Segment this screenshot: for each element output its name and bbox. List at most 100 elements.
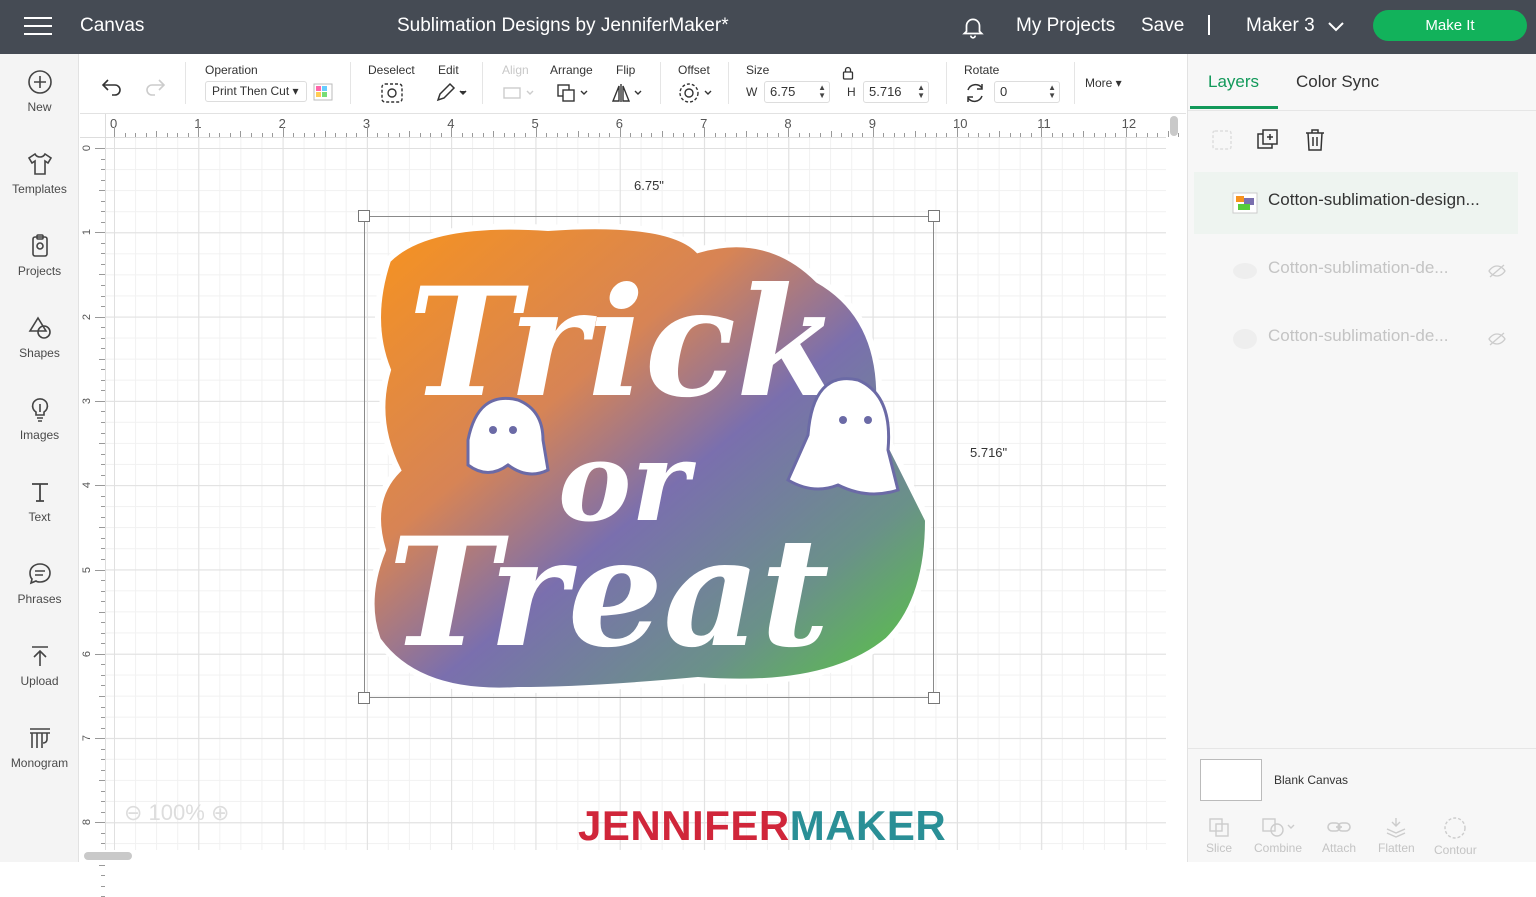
ruler-tick xyxy=(101,601,105,603)
arrange-icon[interactable] xyxy=(556,82,590,104)
redo-icon[interactable] xyxy=(143,76,167,96)
edit-pencil-icon[interactable] xyxy=(434,82,468,104)
vertical-scrollbar[interactable] xyxy=(1170,116,1178,136)
layer-row[interactable]: Cotton-sublimation-design... xyxy=(1194,172,1518,234)
trick-or-treat-design[interactable]: Trick or Treat xyxy=(368,220,932,696)
ruler-tick-label: 4 xyxy=(81,482,94,489)
ruler-tick xyxy=(198,127,200,137)
ruler-tick xyxy=(101,432,105,434)
flatten-icon xyxy=(1387,818,1406,838)
save-link[interactable]: Save xyxy=(1141,15,1184,37)
operation-select[interactable]: Print Then Cut ▾ xyxy=(205,81,307,102)
edit-label: Edit xyxy=(438,63,459,77)
contour-tool[interactable]: Contour xyxy=(1434,816,1477,857)
rotate-input[interactable]: 0 ▲ ▼ xyxy=(994,81,1060,103)
rotate-stepper-icon[interactable]: ▲ ▼ xyxy=(1048,84,1056,100)
hamburger-menu-icon[interactable] xyxy=(24,16,52,36)
zoom-control[interactable]: ⊖ 100% ⊕ xyxy=(124,800,229,826)
ruler-tick-label: 7 xyxy=(81,735,94,742)
tab-layers[interactable]: Layers xyxy=(1208,72,1259,92)
zoom-value: 100% xyxy=(148,800,205,825)
ruler-tick xyxy=(101,179,105,181)
ruler-tick xyxy=(101,221,105,223)
combine-tool[interactable]: Combine xyxy=(1254,816,1302,855)
nav-new[interactable]: New xyxy=(0,68,79,138)
layer-name: Cotton-sublimation-de... xyxy=(1268,326,1449,345)
attach-icon xyxy=(1327,822,1351,832)
ruler-tick xyxy=(651,133,653,137)
clipboard-icon xyxy=(31,234,48,257)
blank-canvas-row[interactable]: Blank Canvas xyxy=(1188,748,1536,810)
layer-name: Cotton-sublimation-design... xyxy=(1268,190,1480,209)
blank-canvas-swatch[interactable] xyxy=(1200,759,1262,801)
trash-icon[interactable] xyxy=(1304,128,1326,152)
ruler-tick xyxy=(704,127,706,137)
nav-text[interactable]: Text xyxy=(0,478,79,548)
layer-row[interactable]: Cotton-sublimation-de... xyxy=(1194,240,1518,302)
nav-templates[interactable]: Templates xyxy=(0,150,79,220)
lock-icon[interactable] xyxy=(842,66,854,80)
ruler-tick xyxy=(101,664,105,666)
align-icon[interactable] xyxy=(502,84,536,102)
tab-color-sync[interactable]: Color Sync xyxy=(1296,72,1379,92)
toolbar-separator xyxy=(660,62,661,104)
horizontal-scrollbar[interactable] xyxy=(84,852,132,860)
deselect-icon[interactable] xyxy=(380,82,404,104)
flip-icon[interactable] xyxy=(610,82,644,104)
ruler-tick xyxy=(430,133,432,137)
height-input[interactable]: 5.716 ▲ ▼ xyxy=(863,81,929,103)
notification-bell-icon[interactable] xyxy=(960,14,986,40)
toolbar-separator xyxy=(185,62,186,104)
more-label: More xyxy=(1085,76,1113,90)
height-stepper-icon[interactable]: ▲ ▼ xyxy=(917,84,925,100)
more-menu[interactable]: More ▾ xyxy=(1085,76,1122,90)
toolbar-separator xyxy=(350,62,351,104)
logo-part-jennifer: JENNIFER xyxy=(578,802,790,849)
ruler-tick xyxy=(101,242,105,244)
nav-phrases[interactable]: Phrases xyxy=(0,560,79,630)
ruler-tick xyxy=(535,127,537,137)
nav-images[interactable]: Images xyxy=(0,396,79,466)
ruler-tick xyxy=(101,548,105,550)
left-ruler: 0 1 2 3 4 5 6 7 8 xyxy=(80,138,106,897)
ruler-tick xyxy=(95,400,105,402)
machine-selector[interactable]: Maker 3 xyxy=(1246,15,1345,37)
ruler-tick xyxy=(398,133,400,137)
my-projects-link[interactable]: My Projects xyxy=(1016,15,1115,37)
slice-tool[interactable]: Slice xyxy=(1206,816,1232,855)
nav-shapes[interactable]: Shapes xyxy=(0,314,79,384)
attach-tool[interactable]: Attach xyxy=(1322,816,1356,855)
size-label: Size xyxy=(746,63,770,77)
make-it-button[interactable]: Make It xyxy=(1373,10,1527,41)
duplicate-icon[interactable] xyxy=(1256,128,1280,152)
ruler-tick xyxy=(809,133,811,137)
ruler-tick xyxy=(377,133,379,137)
width-stepper-icon[interactable]: ▲ ▼ xyxy=(818,84,826,100)
group-layers-icon[interactable] xyxy=(1210,128,1234,152)
design-canvas[interactable]: 6.75" 5.716" Trick or Treat ⊖ 100% ⊕ xyxy=(106,138,1166,850)
hidden-eye-icon[interactable] xyxy=(1488,264,1506,278)
rotate-icon[interactable] xyxy=(964,82,986,104)
width-input[interactable]: 6.75 ▲ ▼ xyxy=(764,81,830,103)
ruler-tick xyxy=(99,527,105,529)
ruler-tick xyxy=(99,695,105,697)
offset-icon[interactable] xyxy=(678,82,714,104)
nav-monogram[interactable]: Monogram xyxy=(0,724,79,794)
plus-circle-icon xyxy=(27,70,52,94)
nav-templates-label: Templates xyxy=(12,182,67,196)
nav-upload[interactable]: Upload xyxy=(0,642,79,712)
ruler-tick xyxy=(1072,133,1074,137)
nav-projects[interactable]: Projects xyxy=(0,232,79,302)
undo-icon[interactable] xyxy=(100,76,124,96)
ruler-tick xyxy=(101,369,105,371)
layer-row[interactable]: Cotton-sublimation-de... xyxy=(1194,308,1518,370)
ruler-tick xyxy=(272,133,274,137)
ruler-tick xyxy=(1062,133,1064,137)
ruler-tick xyxy=(567,133,569,137)
ruler-tick xyxy=(409,131,411,137)
flatten-tool[interactable]: Flatten xyxy=(1378,816,1415,855)
monogram-icon xyxy=(29,728,50,748)
ruler-tick xyxy=(101,348,105,350)
contour-label: Contour xyxy=(1434,843,1477,857)
hidden-eye-icon[interactable] xyxy=(1488,332,1506,346)
